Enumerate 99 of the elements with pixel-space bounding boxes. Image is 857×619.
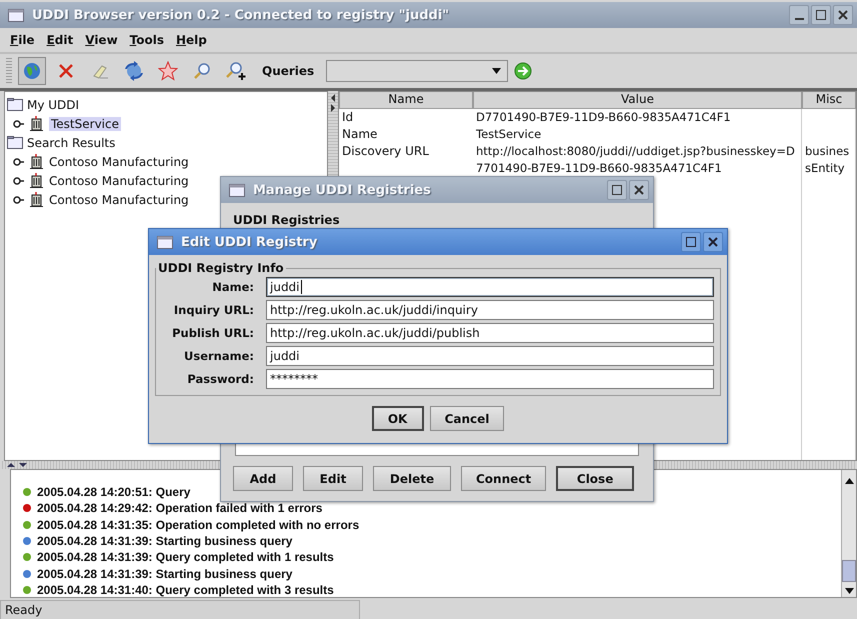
maximize-icon <box>816 10 826 20</box>
tree-label: TestService <box>49 116 121 130</box>
building-icon <box>30 154 43 169</box>
log-entry: 2005.04.28 14:31:35: Operation completed with no errors <box>37 518 360 532</box>
tree-item[interactable]: Search Results <box>5 133 327 152</box>
table-cell: D7701490-B7E9-11D9-B660-9835A471C4F1 <box>473 109 802 126</box>
close-icon <box>838 10 848 20</box>
folder-icon <box>7 98 23 111</box>
close-button[interactable] <box>833 5 853 25</box>
field-label: Password: <box>186 371 254 388</box>
dialog-title: Edit UDDI Registry <box>181 234 318 250</box>
column-header[interactable]: Name <box>339 92 473 109</box>
tree-item[interactable]: My UDDI <box>5 95 327 114</box>
dialog-button[interactable]: OK <box>372 406 424 431</box>
building-icon <box>30 192 43 207</box>
text-cursor <box>300 280 302 294</box>
dialog-button[interactable]: Add <box>233 466 293 491</box>
menu-item[interactable]: View <box>79 31 124 49</box>
delete-icon <box>58 63 74 79</box>
window-icon <box>8 8 24 22</box>
input-field[interactable]: juddi <box>266 346 714 366</box>
collapse-arrows-icon[interactable] <box>6 462 28 468</box>
column-header[interactable]: Value <box>473 92 802 109</box>
log-entry: 2005.04.28 14:31:39: Starting business query <box>37 534 292 548</box>
log-entry: 2005.04.28 14:29:42: Operation failed with 1 errors <box>37 501 322 516</box>
maximize-icon <box>612 185 622 195</box>
close-icon <box>634 185 644 195</box>
scrollbar[interactable] <box>841 470 856 597</box>
field-label: Username: <box>183 348 254 365</box>
search-icon <box>193 62 211 80</box>
close-button[interactable] <box>703 232 723 252</box>
scroll-up-icon[interactable] <box>844 478 854 484</box>
building-icon <box>30 173 43 188</box>
window-icon <box>229 184 245 196</box>
maximize-button[interactable] <box>681 232 701 252</box>
queries-label: Queries <box>262 64 314 78</box>
dropdown-arrow-icon <box>492 68 502 74</box>
input-field[interactable]: ******** <box>266 369 714 389</box>
tree-handle-icon[interactable] <box>13 176 24 184</box>
tree-label: Contoso Manufacturing <box>49 192 189 206</box>
tree-item[interactable]: TestService <box>5 114 327 133</box>
maximize-button[interactable] <box>607 180 627 200</box>
globe-arrows-icon <box>123 61 145 81</box>
table-cell: TestService <box>473 126 802 143</box>
eraser-icon <box>91 63 109 79</box>
dialog-button[interactable]: Close <box>556 466 634 491</box>
tree-handle-icon[interactable] <box>13 196 24 204</box>
menu-item[interactable]: Tools <box>124 31 170 49</box>
collapse-arrows-icon[interactable] <box>330 93 336 113</box>
tree-label: Contoso Manufacturing <box>49 154 189 168</box>
group-title: UDDI Registry Info <box>157 261 285 275</box>
field-label: Inquiry URL: <box>172 302 254 319</box>
column-header[interactable]: Misc <box>802 92 856 109</box>
star-icon <box>158 61 178 81</box>
log-entry: 2005.04.28 14:31:40: Query completed with 3 results <box>37 582 334 597</box>
building-icon <box>30 116 43 131</box>
menu-item[interactable]: Help <box>170 31 213 49</box>
dialog-button[interactable]: Connect <box>461 466 546 491</box>
tree-label: Contoso Manufacturing <box>49 174 189 188</box>
minimize-button[interactable] <box>789 5 809 25</box>
log-entry: 2005.04.28 14:31:39: Query completed with 1 results <box>37 550 334 564</box>
table-cell-text: Name <box>341 126 378 143</box>
tree-handle-icon[interactable] <box>13 158 24 166</box>
table-cell: businessEntity <box>802 143 856 177</box>
field-label: Name: <box>211 279 254 296</box>
globe-icon <box>22 61 42 81</box>
menu-item[interactable]: File <box>4 31 41 49</box>
dialog-button[interactable]: Delete <box>373 466 451 491</box>
input-field[interactable]: http://reg.ukoln.ac.uk/juddi/publish <box>266 323 714 343</box>
tree-item[interactable]: Contoso Manufacturing <box>5 152 327 171</box>
folder-icon <box>7 136 23 149</box>
search-plus-icon <box>226 61 246 81</box>
tree-label: Search Results <box>27 136 116 150</box>
minimize-icon <box>794 18 804 20</box>
maximize-icon <box>686 237 696 247</box>
status-text: Ready <box>0 600 360 619</box>
dialog-button[interactable]: Edit <box>303 466 363 491</box>
input-field[interactable]: http://reg.ukoln.ac.uk/juddi/inquiry <box>266 300 714 320</box>
dialog-button[interactable]: Cancel <box>430 406 504 431</box>
window-title: UDDI Browser version 0.2 - Connected to registry "juddi" <box>32 8 450 22</box>
close-icon <box>708 237 718 247</box>
go-button[interactable] <box>514 62 532 80</box>
close-button[interactable] <box>629 180 649 200</box>
window-icon <box>157 236 173 248</box>
tree-label: My UDDI <box>27 98 80 112</box>
log-entry: 2005.04.28 14:31:39: Starting business query <box>37 566 292 581</box>
dialog-title: Manage UDDI Registries <box>253 182 431 198</box>
input-field[interactable]: juddi <box>266 277 714 297</box>
table-cell-text: Discovery URL <box>341 143 430 160</box>
menu-item[interactable]: Edit <box>40 31 80 49</box>
field-label: Publish URL: <box>171 325 254 342</box>
table-cell-text: Id <box>341 109 354 126</box>
log-entry: 2005.04.28 14:20:51: Query <box>37 485 190 500</box>
maximize-button[interactable] <box>811 5 831 25</box>
scroll-down-icon[interactable] <box>844 588 854 594</box>
section-heading: UDDI Registries <box>233 213 341 227</box>
scroll-thumb[interactable] <box>842 560 856 582</box>
arrow-right-icon <box>514 62 532 80</box>
tree-handle-icon[interactable] <box>13 120 24 128</box>
